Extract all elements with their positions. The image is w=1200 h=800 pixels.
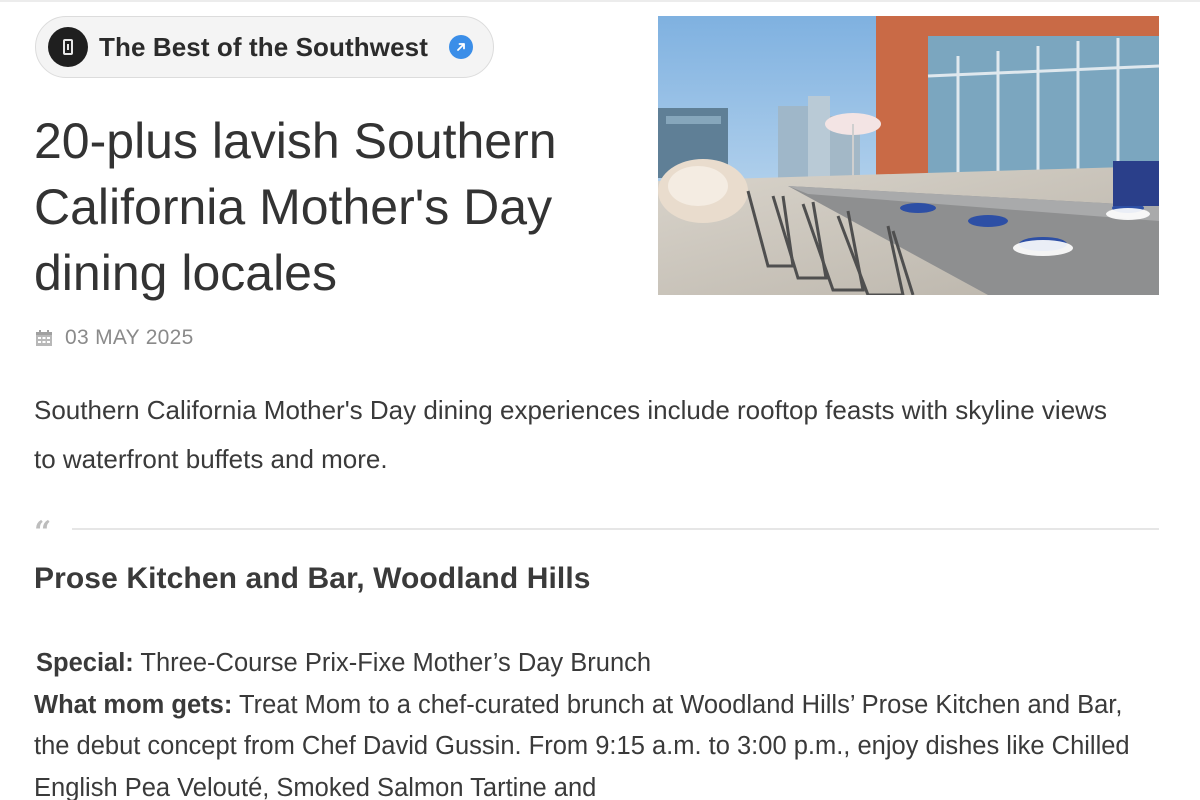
source-badge-link[interactable]: The Best of the Southwest — [35, 16, 494, 78]
calendar-icon — [36, 330, 52, 346]
hero-image — [658, 16, 1159, 295]
article-title: 20-plus lavish Southern California Mothe… — [34, 113, 557, 301]
external-link-icon[interactable] — [448, 35, 473, 59]
date-text: 03 MAY 2025 — [65, 326, 194, 349]
quote-icon: “ — [34, 515, 52, 550]
special-value: Three-Course Prix-Fixe Mother’s Day Brun… — [140, 649, 652, 677]
divider-line — [72, 528, 1159, 530]
article-date: 03 MAY 2025 — [35, 326, 194, 350]
source-name: The Best of the Southwest — [99, 31, 428, 62]
newspaper-logo-icon — [48, 27, 88, 67]
article-summary: Southern California Mother's Day dining … — [34, 395, 1107, 474]
article-page: The Best of the Southwest 20-plus lavish… — [0, 0, 1200, 800]
section-body: Special: Three-Course Prix-Fixe Mother’s… — [34, 643, 1134, 800]
special-label: Special: — [36, 649, 134, 677]
special-line: Special: Three-Course Prix-Fixe Mother’s… — [34, 643, 1134, 685]
mom-gets-paragraph: What mom gets: Treat Mom to a chef-curat… — [34, 685, 1134, 800]
top-border — [0, 0, 1200, 2]
quote-divider: “ — [34, 518, 1159, 548]
section-title: Prose Kitchen and Bar, Woodland Hills — [34, 562, 591, 595]
mom-gets-label: What mom gets: — [34, 690, 233, 719]
